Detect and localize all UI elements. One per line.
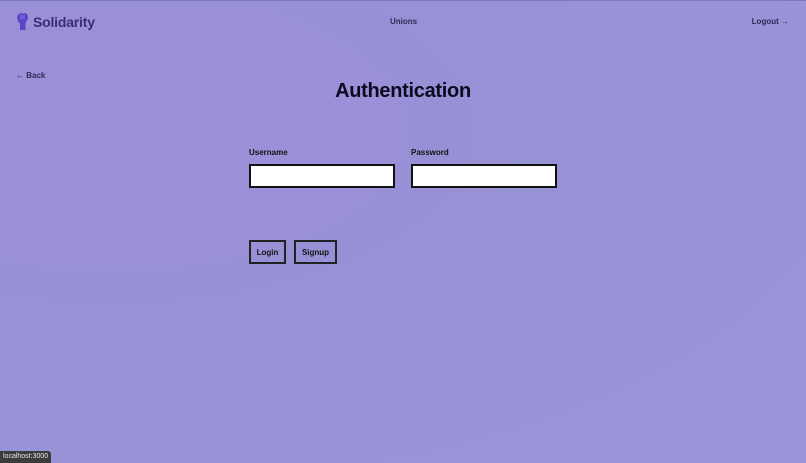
raised-fist-icon [17,13,28,30]
login-button[interactable]: Login [249,240,286,264]
back-link[interactable]: ← Back [16,71,45,80]
password-label: Password [411,148,449,157]
window-top-border [0,0,806,1]
password-input[interactable] [411,164,557,188]
brand-link[interactable]: Solidarity [16,12,95,31]
page-title: Authentication [335,80,471,102]
username-input[interactable] [249,164,395,188]
logout-link[interactable]: Logout → [752,17,789,26]
signup-button[interactable]: Signup [294,240,337,264]
nav-unions-link[interactable]: Unions [390,17,417,26]
username-label: Username [249,148,288,157]
app-name: Solidarity [33,13,95,30]
status-bar-url: localhost:3000 [0,451,52,463]
